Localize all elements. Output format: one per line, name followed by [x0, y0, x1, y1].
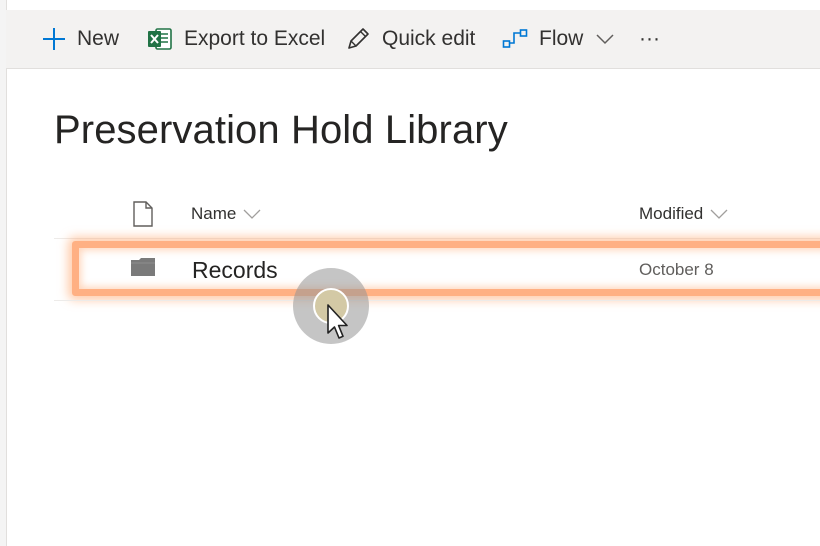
export-to-excel-button[interactable]: Export to Excel: [147, 10, 325, 68]
more-options-label: ···: [639, 27, 660, 50]
mouse-cursor-icon: [326, 303, 348, 348]
name-column-header[interactable]: Name: [191, 204, 261, 224]
modified-column-header[interactable]: Modified: [639, 204, 728, 224]
plus-icon: [42, 27, 66, 51]
export-button-label: Export to Excel: [184, 27, 326, 50]
pencil-icon: [345, 26, 371, 52]
chevron-down-icon[interactable]: [595, 33, 615, 45]
quick-edit-button[interactable]: Quick edit: [345, 10, 475, 68]
modified-column-label: Modified: [639, 204, 704, 223]
quick-edit-label: Quick edit: [382, 27, 476, 50]
left-navigation-edge: [0, 0, 7, 546]
list-header-row: Name Modified: [0, 196, 820, 236]
chevron-down-icon: [710, 209, 728, 220]
flow-icon: [502, 27, 528, 51]
list-divider: [54, 238, 820, 239]
new-button[interactable]: New: [42, 10, 119, 68]
new-button-label: New: [77, 27, 120, 50]
chevron-down-icon: [243, 209, 261, 220]
flow-button-label: Flow: [539, 27, 584, 50]
command-bar: New Export to Excel Quick edit Flow ···: [6, 10, 820, 69]
more-options-button[interactable]: ···: [639, 10, 660, 68]
excel-icon: [147, 26, 173, 52]
row-highlight-annotation: [72, 241, 820, 296]
document-icon[interactable]: [132, 201, 154, 232]
page-title: Preservation Hold Library: [54, 108, 508, 152]
flow-button[interactable]: Flow: [502, 10, 615, 68]
name-column-label: Name: [191, 204, 237, 223]
list-divider: [54, 300, 820, 301]
